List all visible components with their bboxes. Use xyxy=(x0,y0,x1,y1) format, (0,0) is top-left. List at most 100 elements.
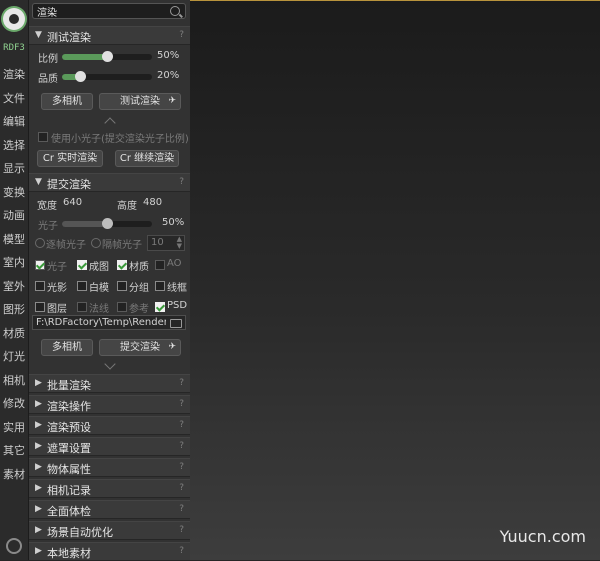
pass-checkbox[interactable] xyxy=(77,281,87,291)
collapse-up-icon[interactable] xyxy=(104,117,116,129)
section-collapsed[interactable]: ▶ 本地素材? xyxy=(29,542,190,561)
help-icon[interactable]: ? xyxy=(179,462,184,472)
chevron-right-icon: ▶ xyxy=(35,399,42,409)
test-render-button[interactable]: 测试渲染 ✈ xyxy=(99,93,181,110)
interval-photon-radio[interactable] xyxy=(91,238,101,248)
multi-camera-button-2[interactable]: 多相机 xyxy=(41,339,93,356)
nav-item[interactable]: 相机 xyxy=(0,372,28,388)
pass-checkbox[interactable] xyxy=(117,260,127,270)
quality-value: 20% xyxy=(157,70,180,81)
photon-slider[interactable] xyxy=(62,218,152,229)
section-collapsed[interactable]: ▶ 渲染操作? xyxy=(29,395,190,414)
help-icon[interactable]: ? xyxy=(179,525,184,535)
folder-icon[interactable] xyxy=(170,319,182,328)
pin-icon: ✈ xyxy=(168,96,176,106)
pass-label: 成图 xyxy=(89,262,109,273)
frame-photon-radio[interactable] xyxy=(35,238,45,248)
chevron-right-icon: ▶ xyxy=(35,504,42,514)
submit-render-label: 提交渲染 xyxy=(120,342,160,353)
pass-label: AO xyxy=(167,258,182,269)
nav-item[interactable]: 动画 xyxy=(0,207,28,223)
help-icon[interactable]: ? xyxy=(179,483,184,493)
help-icon[interactable]: ? xyxy=(179,420,184,430)
nav-item[interactable]: 材质 xyxy=(0,325,28,341)
interval-spinner[interactable]: 10 ▲ ▼ xyxy=(147,235,185,251)
pass-checkbox[interactable] xyxy=(155,281,165,291)
nav-item[interactable]: 室内 xyxy=(0,254,28,270)
section-submit-render[interactable]: ▼ 提交渲染 ? xyxy=(29,173,190,192)
chevron-right-icon: ▶ xyxy=(35,378,42,388)
pass-checkbox[interactable] xyxy=(35,260,45,270)
section-collapsed[interactable]: ▶ 渲染预设? xyxy=(29,416,190,435)
nav-item[interactable]: 素材 xyxy=(0,466,28,482)
section-title: 渲染预设 xyxy=(47,421,91,434)
search-box[interactable] xyxy=(32,3,186,19)
cr-continue-button[interactable]: Cr 继续渲染 xyxy=(115,150,179,167)
help-icon[interactable]: ? xyxy=(179,399,184,409)
chevron-down-icon: ▼ xyxy=(35,30,42,40)
nav-item[interactable]: 编辑 xyxy=(0,113,28,129)
small-photon-checkbox[interactable] xyxy=(38,132,48,142)
scale-slider[interactable] xyxy=(62,51,152,62)
interval-value: 10 xyxy=(151,237,164,248)
nav-item[interactable]: 实用 xyxy=(0,419,28,435)
pass-checkbox[interactable] xyxy=(77,260,87,270)
section-test-render[interactable]: ▼ 测试渲染 ? xyxy=(29,26,190,45)
section-collapsed[interactable]: ▶ 场景自动优化? xyxy=(29,521,190,540)
pass-label: 图层 xyxy=(47,304,67,315)
section-collapsed[interactable]: ▶ 批量渲染? xyxy=(29,374,190,393)
help-icon[interactable]: ? xyxy=(179,546,184,556)
help-icon[interactable]: ? xyxy=(179,441,184,451)
section-collapsed[interactable]: ▶ 相机记录? xyxy=(29,479,190,498)
spinner-arrows-icon[interactable]: ▲ ▼ xyxy=(177,236,182,250)
nav-item[interactable]: 变换 xyxy=(0,184,28,200)
help-icon[interactable]: ? xyxy=(179,30,184,40)
nav-item[interactable]: 灯光 xyxy=(0,348,28,364)
help-icon[interactable]: ? xyxy=(179,177,184,187)
pass-checkbox[interactable] xyxy=(155,302,165,312)
pass-checkbox[interactable] xyxy=(35,302,45,312)
section-title: 遮罩设置 xyxy=(47,442,91,455)
search-icon[interactable] xyxy=(170,6,180,16)
help-icon[interactable]: ? xyxy=(179,504,184,514)
pass-label: 法线 xyxy=(89,304,109,315)
section-collapsed[interactable]: ▶ 全面体检? xyxy=(29,500,190,519)
section-title: 全面体检 xyxy=(47,505,91,518)
rdf-logo-icon[interactable] xyxy=(3,8,25,30)
slider-thumb[interactable] xyxy=(102,51,113,62)
quality-slider[interactable] xyxy=(62,71,152,82)
nav-item[interactable]: 模型 xyxy=(0,231,28,247)
nav-item[interactable]: 室外 xyxy=(0,278,28,294)
pass-checkbox[interactable] xyxy=(155,260,165,270)
help-icon[interactable]: ? xyxy=(179,378,184,388)
slider-thumb[interactable] xyxy=(75,71,86,82)
cr-realtime-button[interactable]: Cr 实时渲染 xyxy=(37,150,103,167)
nav-item[interactable]: 显示 xyxy=(0,160,28,176)
left-toolbar: RDF3 渲染 文件 编辑 选择 显示 变换 动画 模型 室内 室外 图形 材质 灯光 相机 修改 实用 其它素… xyxy=(0,0,29,560)
nav-item[interactable]: 渲染 xyxy=(0,66,28,82)
section-collapsed[interactable]: ▶ 遮罩设置? xyxy=(29,437,190,456)
nav-item[interactable]: 选择 xyxy=(0,137,28,153)
pass-checkbox[interactable] xyxy=(77,302,87,312)
interval-photon-label: 隔帧光子 xyxy=(102,240,142,251)
pass-checkbox[interactable] xyxy=(117,302,127,312)
render-viewport[interactable]: Yuucn.com xyxy=(190,0,600,560)
search-input[interactable] xyxy=(37,4,165,18)
nav-item[interactable]: 图形 xyxy=(0,301,28,317)
nav-item[interactable]: 文件 xyxy=(0,90,28,106)
height-value[interactable]: 480 xyxy=(143,197,162,208)
output-path-field[interactable]: F:\RDFactory\Temp\Render\ xyxy=(32,315,186,330)
quality-label: 品质 xyxy=(38,74,58,85)
pass-checkbox[interactable] xyxy=(117,281,127,291)
slider-fill xyxy=(62,54,107,60)
nav-item[interactable]: 其它 xyxy=(0,442,28,458)
multi-camera-button[interactable]: 多相机 xyxy=(41,93,93,110)
nav-item[interactable]: 修改 xyxy=(0,395,28,411)
expand-down-icon[interactable] xyxy=(104,358,116,370)
submit-render-button[interactable]: 提交渲染 ✈ xyxy=(99,339,181,356)
width-value[interactable]: 640 xyxy=(63,197,82,208)
section-collapsed[interactable]: ▶ 物体属性? xyxy=(29,458,190,477)
settings-gear-icon[interactable] xyxy=(6,538,22,554)
slider-thumb[interactable] xyxy=(102,218,113,229)
pass-checkbox[interactable] xyxy=(35,281,45,291)
